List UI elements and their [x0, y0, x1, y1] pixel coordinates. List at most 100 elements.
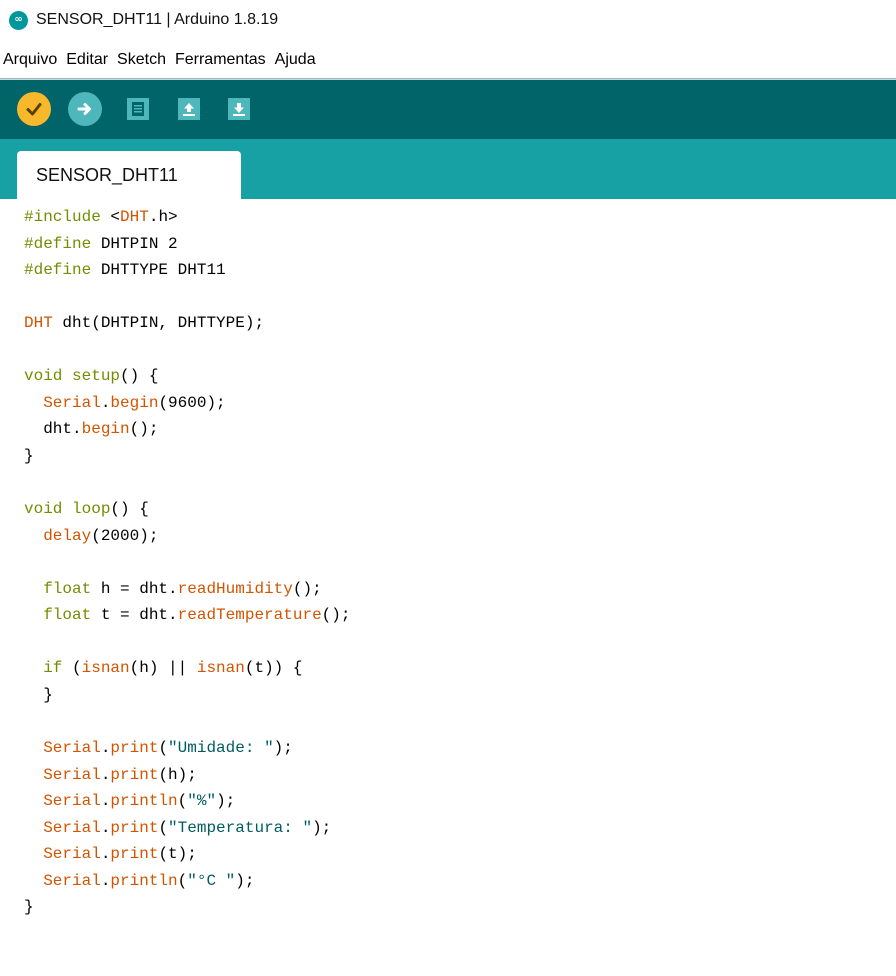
code-token: DHT — [24, 314, 53, 333]
code-line: Serial.println("%"); — [24, 791, 235, 811]
toolbar — [0, 80, 896, 139]
code-editor[interactable]: #include < DHT .h> #define DHTPIN 2 #define … — [0, 199, 896, 976]
code-token: Serial — [43, 871, 101, 890]
code-token: print — [110, 765, 159, 784]
code-token: "%" — [187, 792, 217, 811]
open-button[interactable] — [178, 98, 200, 120]
code-token: t = dht. — [91, 606, 178, 625]
menu-sketch[interactable]: Sketch — [116, 51, 167, 69]
menu-ajuda[interactable]: Ajuda — [274, 51, 317, 69]
code-token: delay — [43, 526, 92, 545]
save-button[interactable] — [228, 98, 250, 120]
code-token: #define — [24, 234, 92, 253]
code-line: float t = dht.readTemperature(); — [24, 605, 350, 625]
code-token: Serial — [43, 765, 101, 784]
arrow-right-icon — [77, 103, 91, 115]
code-token: . — [100, 818, 111, 837]
code-token: < — [110, 208, 121, 226]
code-token: . — [100, 845, 111, 864]
upload-button[interactable] — [68, 92, 102, 126]
code-token: isnan — [81, 659, 130, 678]
code-token: (); — [321, 606, 351, 625]
code-token: .h> — [148, 208, 178, 226]
check-icon — [26, 103, 42, 116]
menu-bar: Arquivo Editar Sketch Ferramentas Ajuda — [0, 46, 324, 74]
code-token: Serial — [43, 818, 101, 837]
code-token: (t); — [158, 845, 197, 864]
code-token: ( — [177, 792, 188, 811]
code-token: (h) || — [129, 659, 197, 678]
code-token: ); — [235, 871, 255, 890]
code-line: Serial.println("°C "); — [24, 871, 254, 891]
menu-editar[interactable]: Editar — [65, 51, 109, 69]
code-token: ( — [62, 659, 82, 678]
code-token: (9600); — [158, 393, 226, 412]
document-icon — [132, 102, 144, 116]
code-token: (t)) { — [244, 659, 303, 678]
code-token: print — [110, 818, 159, 837]
code-token: dht(DHTPIN, DHTTYPE); — [52, 314, 265, 333]
code-token: readHumidity — [177, 579, 293, 598]
code-token: print — [110, 739, 159, 757]
code-token: Serial — [43, 393, 101, 412]
code-token: void — [24, 500, 63, 519]
code-token: begin — [81, 420, 130, 439]
menu-arquivo[interactable]: Arquivo — [2, 51, 58, 69]
code-token: "Temperatura: " — [168, 818, 313, 837]
code-token: if — [43, 659, 63, 678]
code-line: } — [24, 446, 34, 466]
new-button[interactable] — [127, 98, 149, 120]
code-token: #define — [24, 261, 92, 280]
arrow-down-icon — [233, 103, 245, 116]
verify-button[interactable] — [17, 92, 51, 126]
code-token: ); — [312, 818, 332, 837]
code-token: Serial — [43, 845, 101, 864]
menu-ferramentas[interactable]: Ferramentas — [174, 51, 267, 69]
code-line: Serial.print("Umidade: "); — [24, 738, 293, 758]
code-token: . — [100, 871, 111, 890]
code-token: isnan — [196, 659, 245, 678]
code-line: } — [24, 685, 53, 705]
code-token: println — [110, 871, 178, 890]
code-token: DHTPIN 2 — [91, 234, 178, 253]
code-line: #define DHTTYPE DHT11 — [24, 260, 226, 280]
tab-sensor-dht11[interactable]: SENSOR_DHT11 — [17, 151, 241, 200]
code-token: (); — [292, 579, 322, 598]
code-token: . — [100, 792, 111, 811]
code-token: #include — [24, 208, 101, 226]
code-line: DHT dht(DHTPIN, DHTTYPE); — [24, 313, 264, 333]
code-line: dht.begin(); — [24, 419, 158, 439]
title-bar: ∞ SENSOR_DHT11 | Arduino 1.8.19 — [0, 0, 896, 40]
code-token: setup — [72, 367, 121, 386]
arrow-up-icon — [183, 103, 195, 116]
code-token: } — [24, 898, 34, 917]
code-line: Serial.begin(9600); — [24, 393, 226, 413]
code-token: h = dht. — [91, 579, 178, 598]
code-token: ); — [216, 792, 236, 811]
code-token: begin — [110, 393, 159, 412]
code-token: DHTTYPE DHT11 — [91, 261, 226, 280]
code-token: ( — [177, 871, 188, 890]
tab-label: SENSOR_DHT11 — [36, 165, 178, 185]
code-token: print — [110, 845, 159, 864]
code-token: float — [43, 606, 92, 625]
code-token: "°C " — [187, 871, 236, 890]
code-token: "Umidade: " — [168, 739, 274, 757]
code-line: delay(2000); — [24, 526, 158, 546]
code-token: (); — [129, 420, 159, 439]
tab-strip: SENSOR_DHT11 — [0, 139, 896, 200]
code-token: loop — [72, 500, 111, 519]
code-token: () { — [120, 367, 159, 386]
